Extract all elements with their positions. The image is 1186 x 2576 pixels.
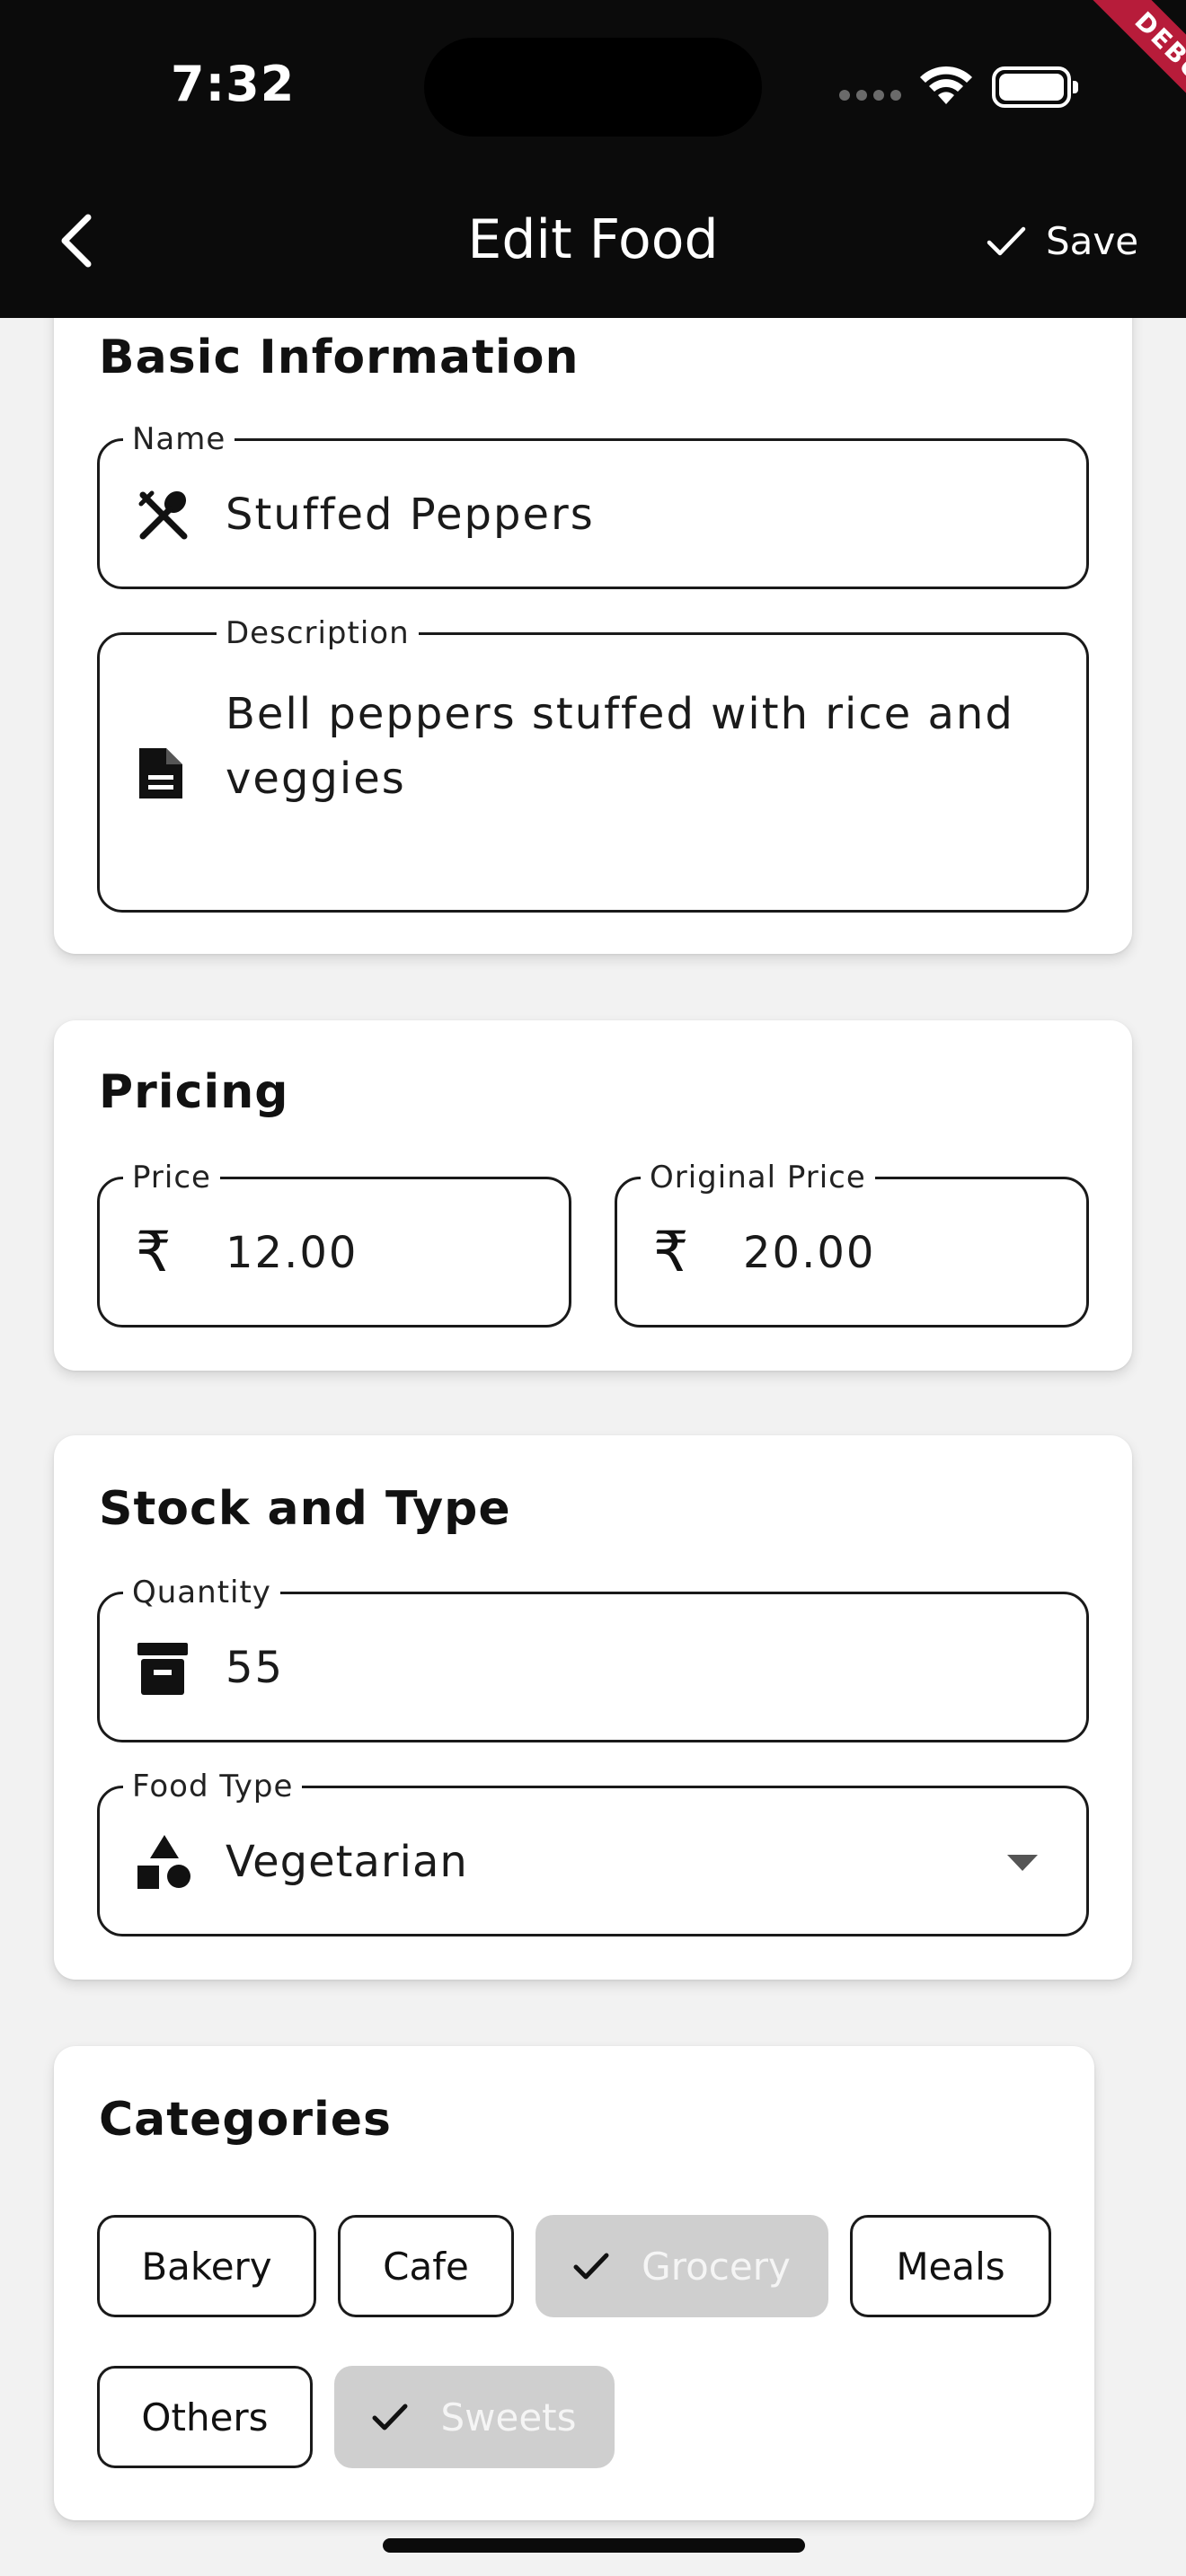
quantity-field-label: Quantity [123, 1575, 280, 1610]
category-chip-bakery[interactable]: Bakery [97, 2215, 316, 2317]
food-type-field-label: Food Type [123, 1769, 303, 1804]
wifi-icon [920, 66, 972, 104]
food-type-dropdown[interactable]: Food Type Vegetarian [97, 1769, 1089, 1936]
original-price-input[interactable]: 20.00 [743, 1228, 875, 1278]
app-bar: 7:32 DEBUG Edit Food Save [0, 0, 1186, 318]
name-field[interactable]: Name Stuffed Peppers [97, 421, 1089, 589]
categories-card: Categories Bakery Cafe Grocery Meals Oth… [54, 2046, 1094, 2520]
section-title-basic-info: Basic Information [99, 331, 580, 384]
category-chip-sweets[interactable]: Sweets [334, 2366, 615, 2468]
section-title-stock-type: Stock and Type [99, 1482, 511, 1536]
original-price-field-label: Original Price [641, 1160, 875, 1195]
inventory-box-icon [137, 1643, 188, 1695]
original-price-field[interactable]: Original Price ₹ 20.00 [615, 1160, 1089, 1328]
category-chip-grocery[interactable]: Grocery [535, 2215, 828, 2317]
category-chip-others[interactable]: Others [97, 2366, 313, 2468]
chevron-down-icon [1007, 1855, 1038, 1871]
quantity-input[interactable]: 55 [226, 1643, 284, 1693]
check-icon [372, 2404, 408, 2430]
basic-info-card: Basic Information Name Stuffed Peppers D… [54, 269, 1132, 954]
name-input[interactable]: Stuffed Peppers [226, 490, 595, 540]
save-label: Save [1046, 219, 1139, 263]
price-input[interactable]: 12.00 [226, 1228, 358, 1278]
description-field[interactable]: Description Bell peppers stuffed with ri… [97, 615, 1089, 913]
category-shapes-icon [137, 1835, 190, 1889]
section-title-pricing: Pricing [99, 1065, 289, 1119]
dynamic-island [424, 38, 762, 137]
food-type-selected: Vegetarian [226, 1837, 468, 1887]
rupee-icon: ₹ [136, 1219, 172, 1284]
document-icon [139, 748, 182, 798]
status-time: 7:32 [171, 56, 296, 112]
home-indicator[interactable] [383, 2538, 805, 2553]
debug-banner: DEBUG [1024, 0, 1186, 162]
stock-type-card: Stock and Type Quantity 55 Food Type Veg… [54, 1435, 1132, 1980]
name-field-label: Name [123, 421, 235, 457]
price-field[interactable]: Price ₹ 12.00 [97, 1160, 571, 1328]
restaurant-icon [138, 490, 188, 540]
rupee-icon: ₹ [653, 1219, 689, 1284]
check-icon [987, 226, 1026, 255]
pricing-card: Pricing Price ₹ 12.00 Original Price ₹ 2… [54, 1020, 1132, 1371]
save-button[interactable]: Save [987, 219, 1138, 263]
section-title-categories: Categories [99, 2093, 393, 2147]
description-input[interactable]: Bell peppers stuffed with rice and veggi… [226, 682, 1014, 811]
price-field-label: Price [123, 1160, 220, 1195]
category-chip-cafe[interactable]: Cafe [338, 2215, 514, 2317]
quantity-field[interactable]: Quantity 55 [97, 1575, 1089, 1742]
cellular-signal-icon [839, 90, 901, 101]
check-icon [573, 2253, 609, 2280]
category-chip-meals[interactable]: Meals [850, 2215, 1051, 2317]
description-field-label: Description [217, 615, 419, 651]
